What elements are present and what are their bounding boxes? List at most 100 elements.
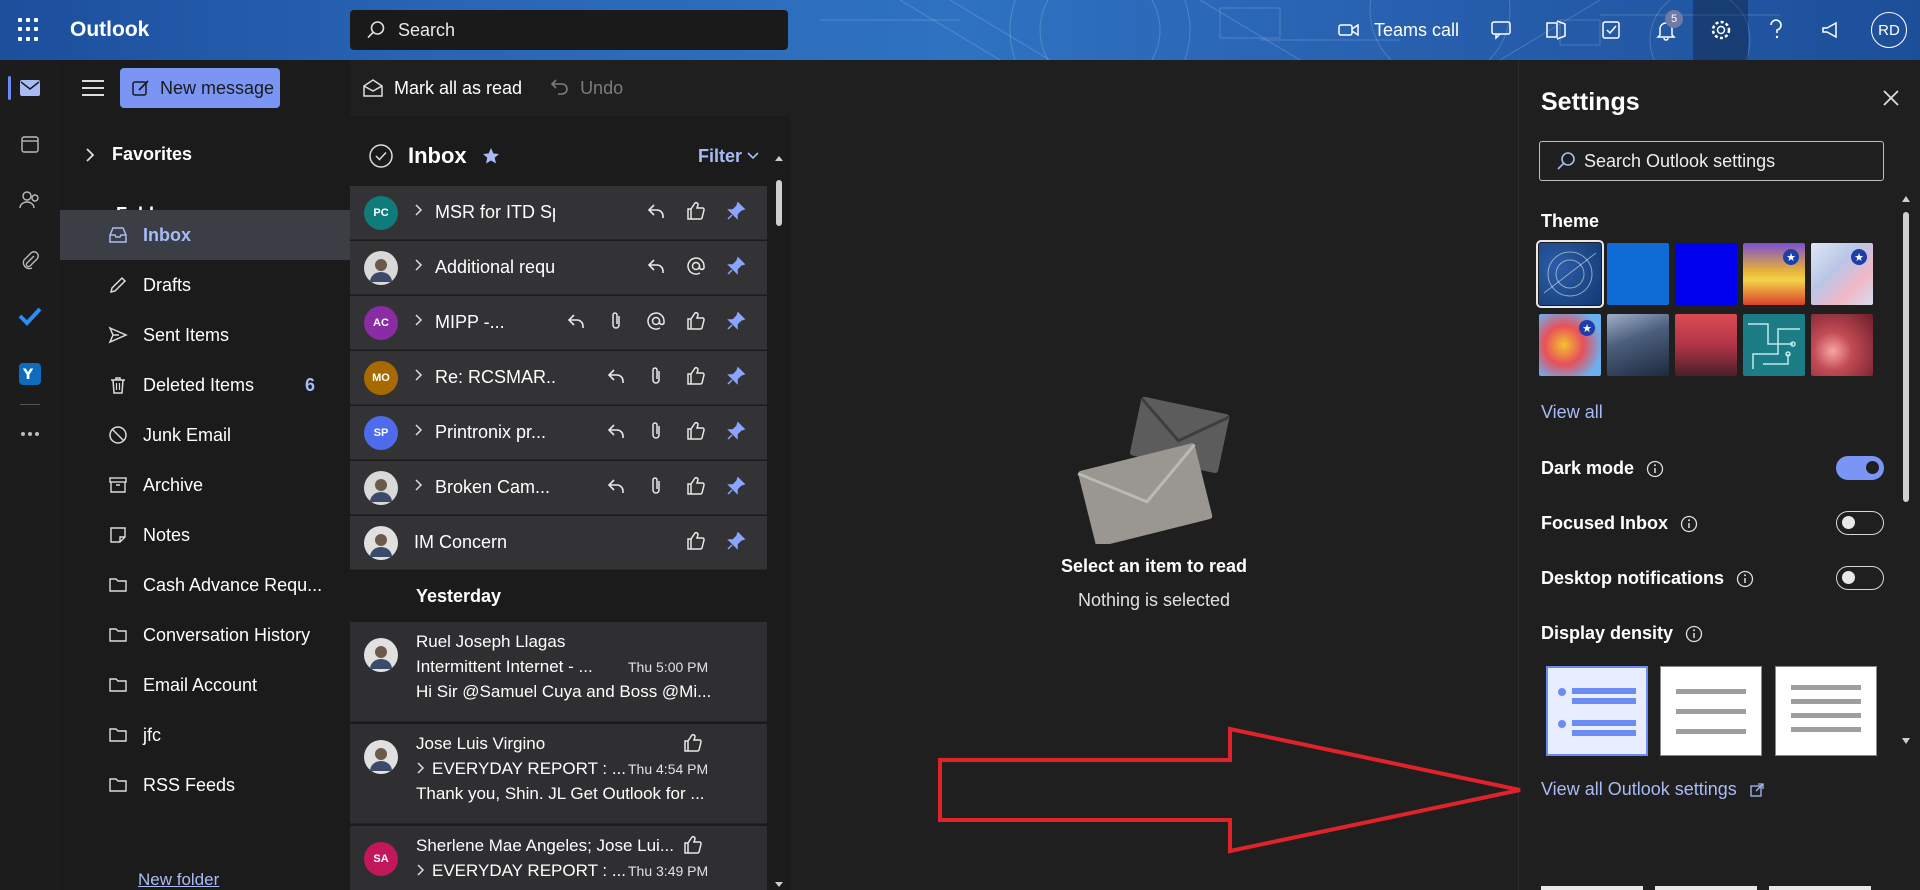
mention-icon[interactable]: [683, 253, 709, 279]
message-row[interactable]: Ruel Joseph Llagas Intermittent Internet …: [350, 622, 767, 722]
teams-call-button[interactable]: Teams call: [1324, 0, 1473, 60]
chevron-right-icon[interactable]: [414, 477, 424, 498]
pinned-message-row[interactable]: IM Concern: [350, 516, 767, 570]
density-option-cozy[interactable]: [1660, 666, 1762, 756]
pin-icon[interactable]: [723, 198, 749, 224]
chevron-right-icon[interactable]: [416, 862, 426, 883]
reply-icon[interactable]: [603, 418, 629, 444]
pin-icon[interactable]: [723, 308, 749, 334]
app-title[interactable]: Outlook: [70, 18, 149, 42]
settings-search-input[interactable]: Search Outlook settings: [1539, 141, 1884, 181]
view-all-outlook-settings-link[interactable]: View all Outlook settings: [1541, 779, 1765, 800]
info-icon[interactable]: [1685, 625, 1703, 643]
reply-icon[interactable]: [643, 253, 669, 279]
pinned-message-row[interactable]: PC MSR for ITD Spar...: [350, 186, 767, 240]
settings-scrollbar[interactable]: [1899, 190, 1913, 750]
pinned-message-row[interactable]: Broken Cam...: [350, 461, 767, 515]
pinned-message-row[interactable]: Additional reques...: [350, 241, 767, 295]
paperclip-icon[interactable]: [643, 473, 669, 499]
message-list-scrollbar[interactable]: [770, 152, 788, 890]
pin-icon[interactable]: [723, 528, 749, 554]
like-icon[interactable]: [680, 832, 706, 858]
hamburger-menu-icon[interactable]: [82, 80, 104, 96]
theme-swatch-mountains[interactable]: [1607, 314, 1669, 376]
sidebar-item-deleted-items[interactable]: Deleted Items 6: [60, 360, 350, 410]
theme-swatch-blueprint[interactable]: [1536, 240, 1604, 308]
mark-all-read-button[interactable]: Mark all as read: [362, 78, 522, 99]
info-icon[interactable]: [1646, 460, 1664, 478]
sidebar-item-inbox[interactable]: Inbox: [60, 210, 350, 260]
more-apps-button[interactable]: [0, 410, 60, 458]
like-icon[interactable]: [683, 418, 709, 444]
people-app-button[interactable]: [0, 176, 60, 224]
todo-app-button[interactable]: [0, 292, 60, 340]
dark-mode-toggle[interactable]: [1836, 456, 1884, 480]
focused-inbox-toggle[interactable]: [1836, 511, 1884, 535]
reply-icon[interactable]: [563, 308, 589, 334]
mention-icon[interactable]: [643, 308, 669, 334]
sidebar-item-sent-items[interactable]: Sent Items: [60, 310, 350, 360]
sidebar-item-junk-email[interactable]: Junk Email: [60, 410, 350, 460]
new-folder-link[interactable]: New folder: [138, 870, 219, 890]
like-icon[interactable]: [683, 363, 709, 389]
pin-icon[interactable]: [723, 418, 749, 444]
density-option-roomy[interactable]: [1546, 666, 1648, 756]
desktop-notifications-toggle[interactable]: [1836, 566, 1884, 590]
help-button[interactable]: [1748, 0, 1803, 60]
chevron-right-icon[interactable]: [414, 312, 424, 333]
filter-button[interactable]: Filter: [698, 146, 760, 167]
sidebar-item-jfc[interactable]: jfc: [60, 710, 350, 760]
message-row[interactable]: Jose Luis Virgino EVERYDAY REPORT : ... Th…: [350, 724, 767, 824]
like-icon[interactable]: [683, 198, 709, 224]
files-app-button[interactable]: [0, 236, 60, 284]
sidebar-item-email-account[interactable]: Email Account: [60, 660, 350, 710]
reply-icon[interactable]: [603, 363, 629, 389]
theme-swatch-blue[interactable]: [1607, 243, 1669, 305]
paperclip-icon[interactable]: [643, 418, 669, 444]
chevron-right-icon[interactable]: [416, 760, 426, 781]
sidebar-item-cash-advance-requ[interactable]: Cash Advance Requ...: [60, 560, 350, 610]
info-icon[interactable]: [1736, 570, 1754, 588]
like-icon[interactable]: [683, 528, 709, 554]
sidebar-item-notes[interactable]: Notes: [60, 510, 350, 560]
theme-swatch-cartoon[interactable]: ★: [1539, 314, 1601, 376]
info-icon[interactable]: [1680, 515, 1698, 533]
reply-icon[interactable]: [643, 198, 669, 224]
density-option-compact[interactable]: [1775, 666, 1877, 756]
chat-button[interactable]: [1473, 0, 1528, 60]
theme-swatch-sunrise[interactable]: ★: [1743, 243, 1805, 305]
search-input[interactable]: Search: [350, 10, 788, 50]
pinned-message-row[interactable]: SP Printronix pr...: [350, 406, 767, 460]
theme-swatch-bokeh[interactable]: [1811, 314, 1873, 376]
like-icon[interactable]: [683, 308, 709, 334]
new-message-button[interactable]: New message: [120, 68, 280, 108]
chevron-right-icon[interactable]: [414, 422, 424, 443]
theme-swatch-deep-blue[interactable]: [1675, 243, 1737, 305]
theme-swatch-circuit[interactable]: [1743, 314, 1805, 376]
chevron-right-icon[interactable]: [414, 367, 424, 388]
todo-button[interactable]: [1583, 0, 1638, 60]
feedback-button[interactable]: [1803, 0, 1858, 60]
chevron-right-icon[interactable]: [414, 257, 424, 278]
sidebar-item-drafts[interactable]: Drafts: [60, 260, 350, 310]
theme-swatch-ribbons[interactable]: ★: [1811, 243, 1873, 305]
paperclip-icon[interactable]: [643, 363, 669, 389]
notifications-button[interactable]: 5: [1638, 0, 1693, 60]
sidebar-item-rss-feeds[interactable]: RSS Feeds: [60, 760, 350, 810]
sidebar-item-conversation-history[interactable]: Conversation History: [60, 610, 350, 660]
office-button[interactable]: [1528, 0, 1583, 60]
calendar-app-button[interactable]: [0, 120, 60, 168]
select-all-check-icon[interactable]: [368, 143, 394, 169]
chevron-right-icon[interactable]: [414, 202, 424, 223]
app-launcher-icon[interactable]: [18, 18, 42, 42]
undo-button[interactable]: Undo: [550, 78, 623, 99]
pin-icon[interactable]: [723, 253, 749, 279]
paperclip-icon[interactable]: [603, 308, 629, 334]
pin-icon[interactable]: [723, 363, 749, 389]
like-icon[interactable]: [680, 730, 706, 756]
theme-swatch-palms[interactable]: [1675, 314, 1737, 376]
favorite-star-icon[interactable]: [481, 146, 501, 166]
reply-icon[interactable]: [603, 473, 629, 499]
like-icon[interactable]: [683, 473, 709, 499]
view-all-themes-link[interactable]: View all: [1541, 402, 1603, 423]
